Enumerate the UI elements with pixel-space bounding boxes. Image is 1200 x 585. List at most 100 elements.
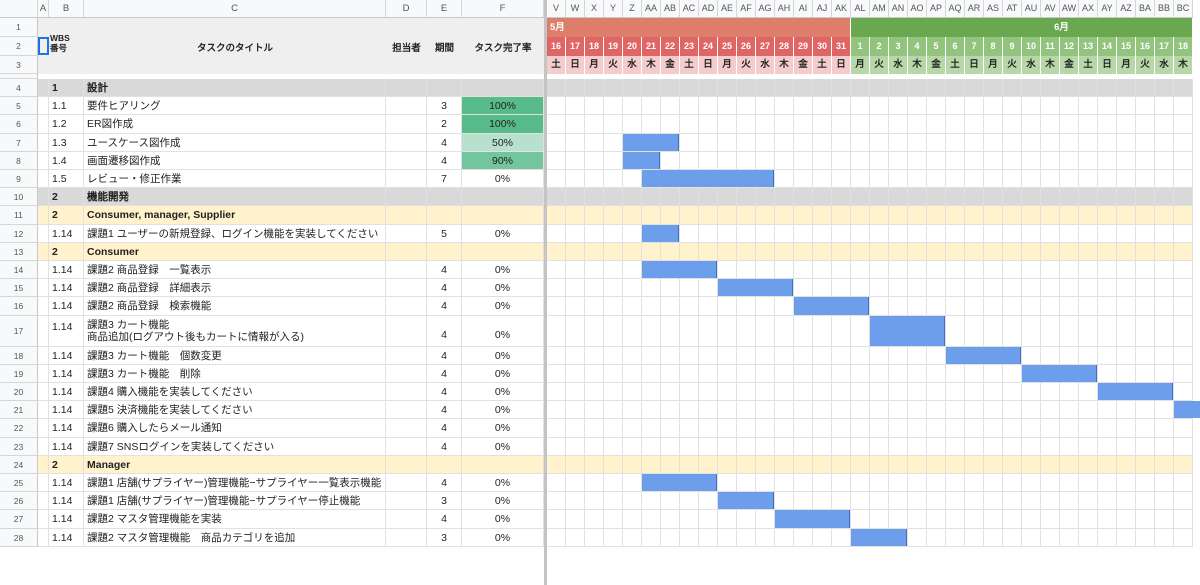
gantt-cell-14-16[interactable] [851,261,870,280]
wbs-cell-6[interactable]: 1.2 [49,115,84,134]
gantt-cell-12-30[interactable] [1117,224,1136,243]
gantt-cell-18-25[interactable] [1022,346,1041,365]
column-header-AS[interactable]: AS [984,0,1003,18]
wbs-cell-9[interactable]: 1.5 [49,170,84,189]
gantt-cell-17-10[interactable] [737,315,756,347]
column-header-AC[interactable]: AC [680,0,699,18]
completion-cell-11[interactable] [462,206,544,225]
duration-cell-20[interactable]: 4 [427,383,462,402]
wbs-cell-18[interactable]: 1.14 [49,346,84,365]
gantt-cell-24-15[interactable] [832,455,851,474]
gantt-cell-6-27[interactable] [1060,115,1079,134]
gantt-cell-15-14[interactable] [813,279,832,298]
gantt-cell-21-25[interactable] [1022,401,1041,420]
gantt-cell-24-31[interactable] [1136,455,1155,474]
assignee-cell-18[interactable] [386,346,427,365]
gantt-cell-13-19[interactable] [908,242,927,261]
gantt-cell-7-28[interactable] [1079,133,1098,152]
cell-A22[interactable] [38,419,49,438]
gantt-cell-25-13[interactable] [794,474,813,493]
gantt-cell-8-10[interactable] [737,151,756,170]
gantt-cell-28-11[interactable] [756,528,775,547]
gantt-cell-24-16[interactable] [851,455,870,474]
column-header-A[interactable]: A [38,0,49,18]
gantt-cell-28-19[interactable] [908,528,927,547]
gantt-cell-13-14[interactable] [813,242,832,261]
gantt-cell-5-27[interactable] [1060,97,1079,116]
duration-cell-7[interactable]: 4 [427,133,462,152]
gantt-cell-25-22[interactable] [965,474,984,493]
gantt-cell-20-33[interactable] [1174,383,1193,402]
gantt-cell-6-20[interactable] [927,115,946,134]
column-header-AQ[interactable]: AQ [946,0,965,18]
gantt-cell-17-1[interactable] [566,315,585,347]
task-title-cell-22[interactable]: 課題6 購入したらメール通知 [84,419,386,438]
gantt-cell-19-7[interactable] [680,364,699,383]
gantt-cell-12-14[interactable] [813,224,832,243]
select-all-corner[interactable] [0,0,38,18]
gantt-cell-9-15[interactable] [832,170,851,189]
gantt-cell-25-27[interactable] [1060,474,1079,493]
gantt-cell-20-18[interactable] [889,383,908,402]
gantt-cell-7-16[interactable] [851,133,870,152]
gantt-cell-20-14[interactable] [813,383,832,402]
gantt-cell-10-1[interactable] [566,188,585,207]
gantt-cell-14-26[interactable] [1041,261,1060,280]
gantt-cell-18-11[interactable] [756,346,775,365]
gantt-cell-19-17[interactable] [870,364,889,383]
gantt-cell-15-8[interactable] [699,279,718,298]
gantt-cell-4-12[interactable] [775,79,794,98]
gantt-cell-8-12[interactable] [775,151,794,170]
gantt-cell-26-22[interactable] [965,492,984,511]
gantt-cell-14-2[interactable] [585,261,604,280]
gantt-cell-27-32[interactable] [1155,510,1174,529]
task-title-cell-12[interactable]: 課題1 ユーザーの新規登録、ログイン機能を実装してください [84,224,386,243]
gantt-cell-20-17[interactable] [870,383,889,402]
gantt-cell-5-32[interactable] [1155,97,1174,116]
gantt-cell-23-21[interactable] [946,437,965,456]
gantt-cell-20-24[interactable] [1003,383,1022,402]
wbs-cell-15[interactable]: 1.14 [49,279,84,298]
column-header-AV[interactable]: AV [1041,0,1060,18]
gantt-cell-14-23[interactable] [984,261,1003,280]
gantt-cell-24-8[interactable] [699,455,718,474]
gantt-cell-11-23[interactable] [984,206,1003,225]
gantt-cell-17-6[interactable] [661,315,680,347]
column-header-AA[interactable]: AA [642,0,661,18]
gantt-cell-11-10[interactable] [737,206,756,225]
gantt-cell-24-17[interactable] [870,455,889,474]
gantt-cell-20-2[interactable] [585,383,604,402]
duration-cell-26[interactable]: 3 [427,492,462,511]
gantt-cell-7-30[interactable] [1117,133,1136,152]
gantt-cell-22-27[interactable] [1060,419,1079,438]
gantt-cell-26-24[interactable] [1003,492,1022,511]
gantt-cell-20-12[interactable] [775,383,794,402]
gantt-cell-17-32[interactable] [1155,315,1174,347]
gantt-cell-19-11[interactable] [756,364,775,383]
gantt-cell-13-22[interactable] [965,242,984,261]
cell-A7[interactable] [38,133,49,152]
gantt-cell-6-10[interactable] [737,115,756,134]
gantt-cell-28-22[interactable] [965,528,984,547]
gantt-cell-25-28[interactable] [1079,474,1098,493]
gantt-cell-19-12[interactable] [775,364,794,383]
duration-cell-12[interactable]: 5 [427,224,462,243]
assignee-cell-5[interactable] [386,97,427,116]
cell-A13[interactable] [38,242,49,261]
gantt-cell-10-12[interactable] [775,188,794,207]
gantt-cell-15-32[interactable] [1155,279,1174,298]
gantt-cell-16-20[interactable] [927,297,946,316]
gantt-cell-20-4[interactable] [623,383,642,402]
gantt-cell-19-10[interactable] [737,364,756,383]
gantt-cell-13-7[interactable] [680,242,699,261]
gantt-cell-22-0[interactable] [547,419,566,438]
gantt-cell-21-4[interactable] [623,401,642,420]
gantt-cell-10-21[interactable] [946,188,965,207]
gantt-cell-20-15[interactable] [832,383,851,402]
gantt-cell-21-24[interactable] [1003,401,1022,420]
gantt-cell-24-30[interactable] [1117,455,1136,474]
gantt-cell-8-6[interactable] [661,151,680,170]
gantt-cell-27-5[interactable] [642,510,661,529]
gantt-cell-6-18[interactable] [889,115,908,134]
gantt-cell-16-6[interactable] [661,297,680,316]
